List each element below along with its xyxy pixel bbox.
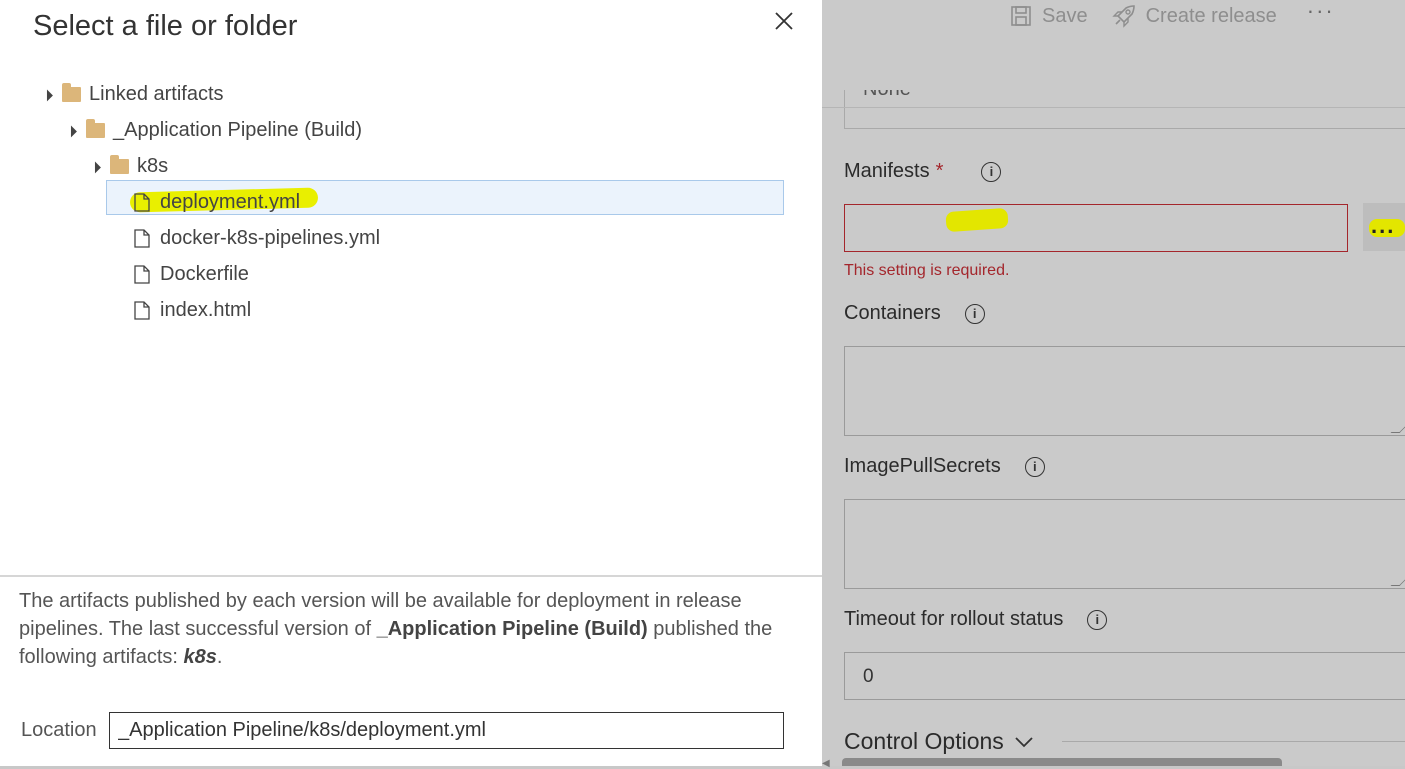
file-icon xyxy=(134,265,150,284)
toolbar-divider xyxy=(822,107,1405,108)
file-icon xyxy=(134,301,150,320)
timeout-label: Timeout for rollout status i xyxy=(844,608,1107,631)
section-divider xyxy=(1062,741,1405,742)
timeout-input[interactable]: 0 xyxy=(844,652,1405,700)
tree-item-file[interactable]: docker-k8s-pipelines.yml xyxy=(134,221,380,255)
expanded-caret-icon[interactable]: ◢ xyxy=(39,86,55,102)
previous-dropdown[interactable]: None xyxy=(844,90,1405,129)
file-icon xyxy=(134,229,150,248)
image-pull-secrets-textarea[interactable] xyxy=(844,499,1405,589)
tree-item-label: Linked artifacts xyxy=(89,83,224,106)
save-button[interactable]: Save xyxy=(1010,5,1088,28)
control-options-label: Control Options xyxy=(844,728,1004,755)
select-file-dialog: Select a file or folder ◢ Linked artifac… xyxy=(0,0,822,766)
top-toolbar: Save Create release ··· xyxy=(1010,0,1335,32)
tree-item-label: k8s xyxy=(137,155,168,178)
dialog-title: Select a file or folder xyxy=(33,10,297,43)
containers-label-text: Containers xyxy=(844,302,941,325)
manifests-input[interactable] xyxy=(844,204,1348,252)
save-icon xyxy=(1010,5,1032,27)
tree-item-k8s[interactable]: ◢ k8s xyxy=(90,149,168,183)
create-release-button[interactable]: Create release xyxy=(1112,4,1277,28)
save-label: Save xyxy=(1042,5,1088,28)
containers-textarea[interactable] xyxy=(844,346,1405,436)
artifacts-description: The artifacts published by each version … xyxy=(19,587,789,671)
tree-item-file[interactable]: deployment.yml xyxy=(134,185,300,219)
required-marker: * xyxy=(936,160,944,183)
file-icon xyxy=(134,193,150,212)
expanded-caret-icon[interactable]: ◢ xyxy=(87,158,103,174)
tree-item-pipeline[interactable]: ◢ _Application Pipeline (Build) xyxy=(66,113,362,147)
manifests-label: Manifests * i xyxy=(844,160,1001,183)
scroll-left-arrow-icon[interactable]: ◀ xyxy=(822,758,830,769)
artifact-name: k8s xyxy=(184,646,217,668)
previous-dropdown-value: None xyxy=(863,90,911,101)
info-icon[interactable]: i xyxy=(981,162,1001,182)
chevron-down-icon xyxy=(1014,736,1034,748)
tree-item-label: _Application Pipeline (Build) xyxy=(113,119,362,142)
image-pull-secrets-label: ImagePullSecrets i xyxy=(844,455,1045,478)
image-pull-secrets-label-text: ImagePullSecrets xyxy=(844,455,1001,478)
close-icon xyxy=(771,8,797,34)
control-options-toggle[interactable]: Control Options xyxy=(844,728,1034,755)
rocket-icon xyxy=(1112,4,1136,28)
info-icon[interactable]: i xyxy=(965,304,985,324)
close-button[interactable] xyxy=(771,8,797,34)
resize-grip-icon[interactable] xyxy=(1391,424,1405,433)
browse-files-label: ... xyxy=(1371,213,1395,239)
location-label: Location xyxy=(21,719,97,742)
pipeline-name: _Application Pipeline (Build) xyxy=(377,618,648,640)
timeout-label-text: Timeout for rollout status xyxy=(844,608,1063,631)
tree-item-file[interactable]: index.html xyxy=(134,293,251,327)
tree-item-label: Dockerfile xyxy=(160,263,249,286)
manifests-error: This setting is required. xyxy=(844,262,1009,280)
timeout-value: 0 xyxy=(863,666,874,688)
footer-divider xyxy=(0,575,822,577)
folder-icon xyxy=(62,87,81,102)
tree-item-label: index.html xyxy=(160,299,251,322)
description-text: . xyxy=(217,646,223,668)
browse-files-button[interactable]: ... xyxy=(1363,203,1405,251)
folder-icon xyxy=(86,123,105,138)
tree-item-linked-artifacts[interactable]: ◢ Linked artifacts xyxy=(42,77,224,111)
info-icon[interactable]: i xyxy=(1087,610,1107,630)
tree-item-label: docker-k8s-pipelines.yml xyxy=(160,227,380,250)
tree-item-label: deployment.yml xyxy=(160,191,300,214)
info-icon[interactable]: i xyxy=(1025,457,1045,477)
expanded-caret-icon[interactable]: ◢ xyxy=(63,122,79,138)
location-input[interactable] xyxy=(109,712,784,749)
more-actions-button[interactable]: ··· xyxy=(1307,0,1335,24)
tree-item-file[interactable]: Dockerfile xyxy=(134,257,249,291)
create-release-label: Create release xyxy=(1146,5,1277,28)
horizontal-scrollbar[interactable] xyxy=(842,758,1282,766)
containers-label: Containers i xyxy=(844,302,985,325)
manifests-label-text: Manifests xyxy=(844,160,930,183)
resize-grip-icon[interactable] xyxy=(1391,577,1405,586)
folder-icon xyxy=(110,159,129,174)
